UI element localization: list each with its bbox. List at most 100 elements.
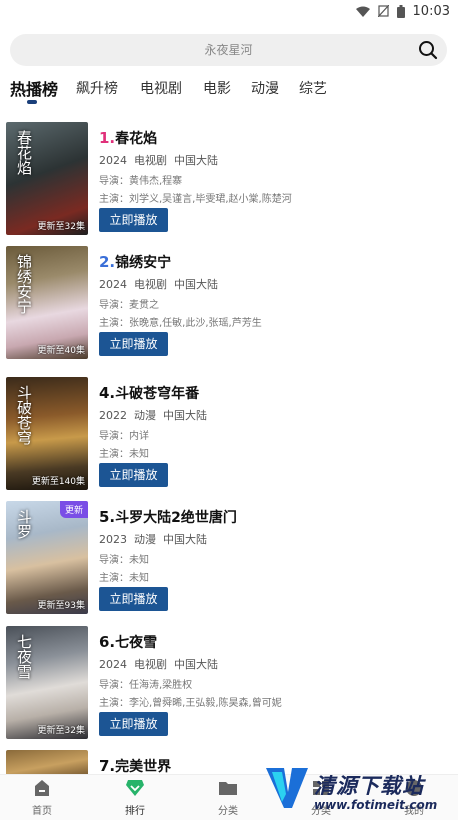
director-text: 导演：麦贯之	[99, 300, 159, 311]
rank-number: 2.	[99, 253, 116, 271]
nav-home[interactable]: 首页	[12, 779, 72, 817]
search-icon[interactable]	[418, 40, 438, 60]
year: 2024	[99, 658, 127, 671]
region: 中国大陆	[174, 658, 218, 671]
episode-badge: 更新至93集	[37, 601, 85, 611]
poster-title: 春花焰	[15, 130, 33, 175]
show-name: 春花焰	[115, 131, 158, 147]
show-name: 锦绣安宁	[115, 255, 172, 271]
nav-category[interactable]: 分类	[198, 779, 258, 817]
rank-number: 7.	[99, 757, 116, 775]
play-button[interactable]: 立即播放	[99, 208, 168, 232]
show-name: 七夜雪	[115, 635, 158, 651]
poster-image[interactable]: 七夜雪 更新至32集	[6, 626, 88, 739]
play-button[interactable]: 立即播放	[99, 463, 168, 487]
list-item[interactable]: 七夜雪 更新至32集 6.七夜雪 2024 电视剧 中国大陆 导演：任海涛,梁胜…	[0, 618, 458, 739]
region: 中国大陆	[163, 533, 207, 546]
episode-badge: 更新至140集	[31, 477, 85, 487]
poster-title: 斗破苍穹	[15, 385, 33, 445]
tab-tv[interactable]: 电视剧	[140, 78, 182, 98]
poster-image[interactable]: 更新 斗罗 更新至93集	[6, 501, 88, 614]
director-text: 导演：未知	[99, 555, 149, 566]
year: 2023	[99, 533, 127, 546]
item-meta: 2022 动漫 中国大陆	[99, 407, 207, 423]
nav-category-label: 分类	[218, 806, 238, 817]
home-icon	[35, 780, 49, 796]
wifi-icon	[355, 6, 370, 17]
watermark-logo-icon	[266, 768, 308, 808]
actors-text: 主演：刘学义,吴谨言,毕雯珺,赵小棠,陈楚河	[99, 194, 292, 205]
rank-number: 5.	[99, 508, 116, 526]
nav-home-label: 首页	[32, 806, 52, 817]
actors-text: 主演：张晚意,任敏,此沙,张瑶,芦芳生	[99, 318, 262, 329]
list-item[interactable]: 斗破苍穹 更新至140集 4.斗破苍穹年番 2022 动漫 中国大陆 导演：内详…	[0, 369, 458, 490]
genre: 电视剧	[134, 154, 167, 167]
poster-image[interactable]: 春花焰 更新至32集	[6, 122, 88, 235]
genre: 电视剧	[134, 278, 167, 291]
poster-title: 斗罗	[15, 509, 33, 539]
list-item[interactable]: 春花焰 更新至32集 1.春花焰 2024 电视剧 中国大陆 导演：黄伟杰,程寨…	[0, 114, 458, 235]
play-button[interactable]: 立即播放	[99, 587, 168, 611]
poster-image[interactable]: 锦绣安宁 更新至40集	[6, 246, 88, 359]
item-title[interactable]: 2.锦绣安宁	[99, 252, 171, 272]
tab-movie[interactable]: 电影	[203, 78, 231, 98]
director-text: 导演：内详	[99, 431, 149, 442]
battery-icon	[396, 4, 405, 18]
rank-number: 4.	[99, 384, 116, 402]
nav-ranking[interactable]: 排行	[105, 779, 165, 817]
tab-hot[interactable]: 热播榜	[10, 76, 58, 100]
item-title[interactable]: 5.斗罗大陆2绝世唐门	[99, 507, 237, 527]
play-button[interactable]: 立即播放	[99, 332, 168, 356]
poster-image[interactable]: 斗破苍穹 更新至140集	[6, 377, 88, 490]
rank-number: 1.	[99, 129, 116, 147]
item-title[interactable]: 6.七夜雪	[99, 632, 157, 652]
genre: 动漫	[134, 533, 156, 546]
actors-text: 主演：未知	[99, 449, 149, 460]
actors-text: 主演：李沁,曾舜晞,王弘毅,陈昊森,曾可妮	[99, 698, 282, 709]
director-text: 导演：任海涛,梁胜权	[99, 680, 193, 691]
watermark-url: www.fotimeit.com	[314, 798, 438, 812]
rank-number: 6.	[99, 633, 116, 651]
item-title[interactable]: 4.斗破苍穹年番	[99, 383, 199, 403]
tab-variety[interactable]: 综艺	[299, 78, 327, 98]
year: 2024	[99, 154, 127, 167]
item-title[interactable]: 7.完美世界	[99, 756, 171, 776]
genre: 动漫	[134, 409, 156, 422]
tab-rising[interactable]: 飙升榜	[76, 78, 118, 98]
no-signal-icon	[377, 5, 389, 17]
watermark: 清源下载站 www.fotimeit.com	[262, 758, 452, 820]
ranking-icon	[126, 780, 144, 796]
item-title[interactable]: 1.春花焰	[99, 128, 157, 148]
item-meta: 2024 电视剧 中国大陆	[99, 276, 218, 292]
poster-title: 锦绣安宁	[15, 254, 33, 314]
year: 2024	[99, 278, 127, 291]
item-meta: 2024 电视剧 中国大陆	[99, 656, 218, 672]
folder-icon	[219, 782, 237, 795]
search-placeholder: 永夜星河	[204, 43, 253, 57]
tab-indicator	[27, 100, 37, 104]
show-name: 斗罗大陆2绝世唐门	[115, 510, 237, 526]
item-meta: 2024 电视剧 中国大陆	[99, 152, 218, 168]
watermark-text: 清源下载站	[314, 774, 424, 798]
play-button[interactable]: 立即播放	[99, 712, 168, 736]
list-item[interactable]: 更新 斗罗 更新至93集 5.斗罗大陆2绝世唐门 2023 动漫 中国大陆 导演…	[0, 493, 458, 614]
poster-title: 七夜雪	[15, 634, 33, 679]
show-name: 完美世界	[115, 759, 172, 775]
list-item[interactable]: 锦绣安宁 更新至40集 2.锦绣安宁 2024 电视剧 中国大陆 导演：麦贯之 …	[0, 238, 458, 359]
episode-badge: 更新至32集	[37, 726, 85, 736]
status-time: 10:03	[412, 3, 450, 19]
year: 2022	[99, 409, 127, 422]
item-meta: 2023 动漫 中国大陆	[99, 531, 207, 547]
search-bar[interactable]: 永夜星河	[10, 34, 447, 66]
director-text: 导演：黄伟杰,程寨	[99, 176, 183, 187]
episode-badge: 更新至32集	[37, 222, 85, 232]
nav-ranking-label: 排行	[125, 806, 145, 817]
region: 中国大陆	[174, 154, 218, 167]
tab-anime[interactable]: 动漫	[251, 78, 279, 98]
region: 中国大陆	[174, 278, 218, 291]
category-tabs: 热播榜 飙升榜 电视剧 电影 动漫 综艺	[0, 72, 458, 106]
update-badge: 更新	[59, 501, 88, 518]
episode-badge: 更新至40集	[37, 346, 85, 356]
actors-text: 主演：未知	[99, 573, 149, 584]
status-bar: 10:03	[0, 0, 458, 22]
